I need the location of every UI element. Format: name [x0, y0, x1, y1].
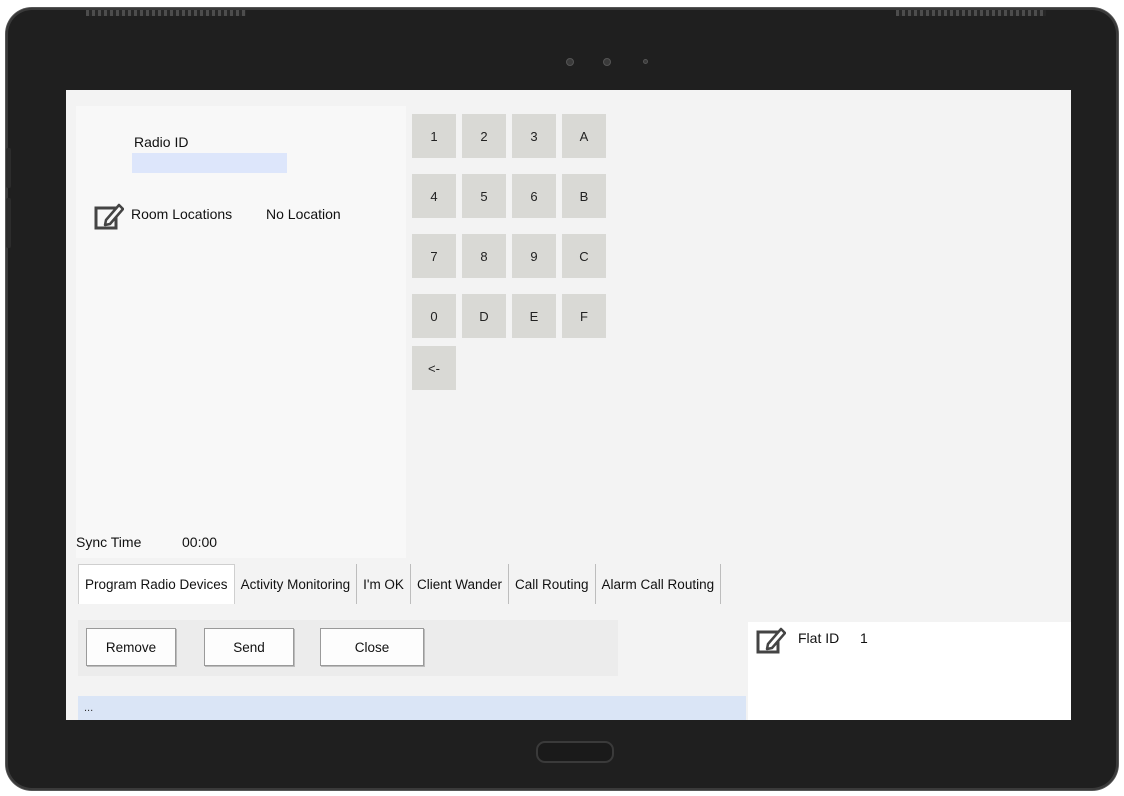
edit-icon[interactable]	[756, 626, 787, 654]
side-button	[6, 198, 11, 248]
key-e[interactable]: E	[512, 294, 556, 338]
close-button[interactable]: Close	[320, 628, 424, 666]
home-button[interactable]	[536, 741, 614, 763]
key-7[interactable]: 7	[412, 234, 456, 278]
key-2[interactable]: 2	[462, 114, 506, 158]
key-3[interactable]: 3	[512, 114, 556, 158]
tab-im-ok[interactable]: I'm OK	[357, 564, 411, 604]
key-9[interactable]: 9	[512, 234, 556, 278]
sync-time-label: Sync Time	[76, 534, 142, 550]
remove-button[interactable]: Remove	[86, 628, 176, 666]
key-d[interactable]: D	[462, 294, 506, 338]
sensor-icon	[643, 59, 648, 64]
sync-time-value: 00:00	[182, 534, 218, 550]
tab-bar: Program Radio Devices Activity Monitorin…	[78, 564, 722, 604]
camera-icon	[566, 58, 574, 66]
tab-activity-monitoring[interactable]: Activity Monitoring	[234, 564, 358, 604]
flat-id-panel: Flat ID 1	[748, 622, 1071, 720]
room-locations-label: Room Locations	[131, 206, 233, 222]
flat-id-value: 1	[860, 630, 868, 646]
key-0[interactable]: 0	[412, 294, 456, 338]
tab-client-wander[interactable]: Client Wander	[410, 564, 509, 604]
radio-id-input[interactable]	[132, 153, 287, 173]
key-6[interactable]: 6	[512, 174, 556, 218]
side-button	[6, 148, 11, 188]
key-c[interactable]: C	[562, 234, 606, 278]
radio-id-label: Radio ID	[134, 134, 189, 150]
send-button[interactable]: Send	[204, 628, 294, 666]
bezel-grille-right	[896, 10, 1046, 16]
status-bar: ...	[78, 696, 746, 720]
flat-id-label: Flat ID	[798, 630, 840, 646]
key-1[interactable]: 1	[412, 114, 456, 158]
edit-icon[interactable]	[94, 202, 125, 230]
app-screen: Radio ID Room Locations No Location Sync…	[66, 90, 1071, 720]
key-4[interactable]: 4	[412, 174, 456, 218]
key-8[interactable]: 8	[462, 234, 506, 278]
action-button-bar: Remove Send Close	[78, 620, 618, 676]
radio-details-panel: Radio ID Room Locations No Location Sync…	[76, 106, 406, 558]
tab-program-radio-devices[interactable]: Program Radio Devices	[78, 564, 235, 604]
room-location-value: No Location	[266, 206, 341, 222]
key-backspace[interactable]: <-	[412, 346, 456, 390]
tab-alarm-call-routing[interactable]: Alarm Call Routing	[595, 564, 722, 604]
key-f[interactable]: F	[562, 294, 606, 338]
key-b[interactable]: B	[562, 174, 606, 218]
key-5[interactable]: 5	[462, 174, 506, 218]
key-a[interactable]: A	[562, 114, 606, 158]
tab-call-routing[interactable]: Call Routing	[509, 564, 596, 604]
bezel-grille-left	[86, 10, 246, 16]
sensor-icon	[603, 58, 611, 66]
